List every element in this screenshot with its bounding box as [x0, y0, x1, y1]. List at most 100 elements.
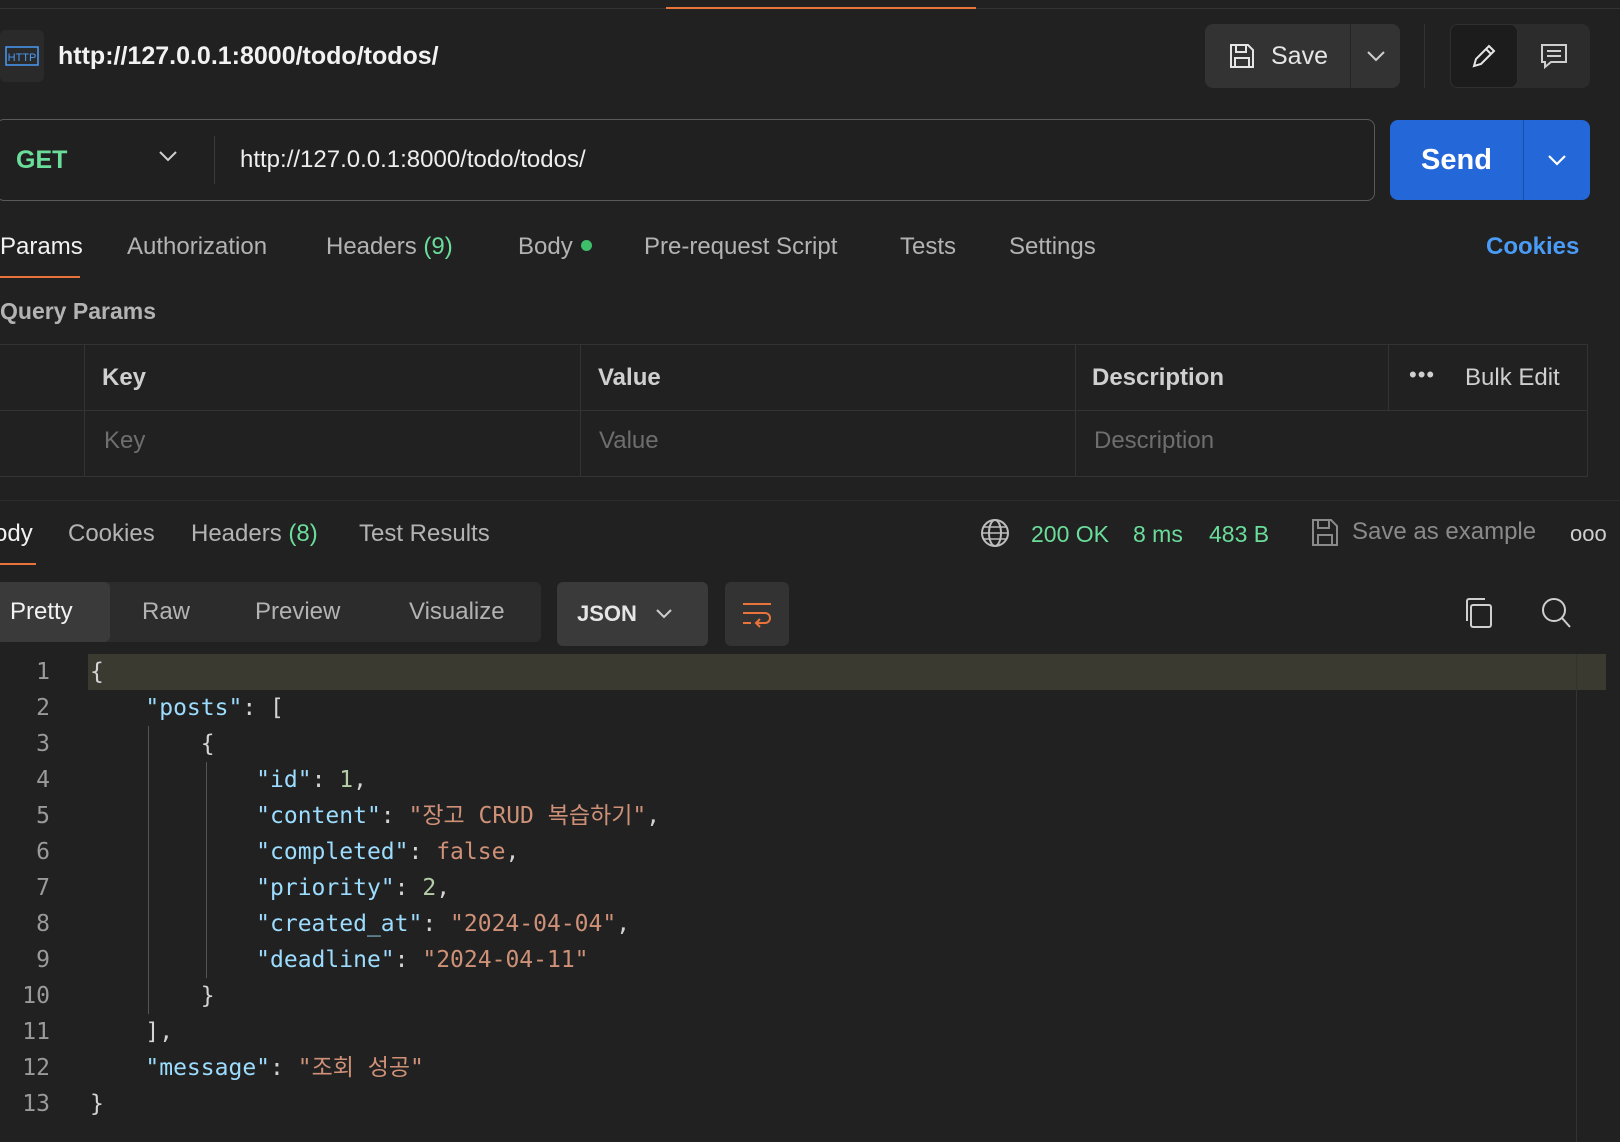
- wrap-lines-button[interactable]: [725, 582, 789, 646]
- code-line: 8 "created_at": "2024-04-04",: [0, 906, 630, 942]
- line-number: 2: [36, 695, 50, 721]
- active-tab-underline: [0, 276, 80, 278]
- line-number: 13: [22, 1091, 50, 1117]
- response-time[interactable]: 8 ms: [1133, 513, 1183, 555]
- response-headers-count: (8): [288, 520, 318, 547]
- tab-settings[interactable]: Settings: [1009, 226, 1096, 268]
- table-col-divider: [84, 344, 85, 477]
- url-divider: [214, 136, 215, 184]
- description-input[interactable]: Description: [1094, 418, 1214, 464]
- comment-icon: [1541, 44, 1567, 70]
- value-input[interactable]: Value: [599, 418, 659, 464]
- save-label: Save: [1271, 41, 1328, 70]
- cookies-link[interactable]: Cookies: [1486, 226, 1579, 268]
- query-params-title: Query Params: [0, 298, 156, 324]
- send-button-group: Send: [1390, 120, 1590, 200]
- save-dropdown-button[interactable]: [1351, 24, 1400, 88]
- more-options-icon[interactable]: ooo: [1570, 521, 1607, 547]
- line-number: 1: [36, 659, 50, 685]
- line-number: 6: [36, 839, 50, 865]
- response-body-editor[interactable]: 1{ 2 "posts": [ 3 { 4 "id": 1, 5 "conten…: [0, 654, 1606, 1142]
- chevron-down-icon: [1548, 155, 1566, 166]
- bulk-edit-button[interactable]: Bulk Edit: [1465, 355, 1560, 401]
- line-number: 8: [36, 911, 50, 937]
- code-line: 10 }: [0, 978, 214, 1014]
- edit-button[interactable]: [1450, 24, 1518, 88]
- tab-authorization[interactable]: Authorization: [127, 226, 267, 268]
- priority-value: 2: [422, 875, 437, 901]
- code-line: 11 ],: [0, 1014, 173, 1050]
- code-line: 5 "content": "장고 CRUD 복습하기",: [0, 798, 660, 834]
- code-line: 6 "completed": false,: [0, 834, 519, 870]
- line-number: 9: [36, 947, 50, 973]
- response-tab-test-results[interactable]: Test Results: [359, 513, 490, 555]
- tab-headers-count: (9): [423, 233, 453, 260]
- code-line: 2 "posts": [: [0, 690, 284, 726]
- key-input[interactable]: Key: [104, 418, 145, 464]
- copy-icon[interactable]: [1462, 596, 1494, 630]
- tab-params[interactable]: Params: [0, 226, 83, 268]
- http-icon: HTTP: [0, 30, 44, 82]
- response-tab-cookies[interactable]: Cookies: [68, 513, 155, 555]
- response-tab-body[interactable]: Body: [0, 513, 33, 555]
- view-pretty-label: Pretty: [10, 598, 73, 625]
- save-button[interactable]: Save: [1205, 24, 1351, 88]
- id-value: 1: [339, 767, 354, 793]
- response-tab-headers[interactable]: Headers (8): [191, 513, 318, 555]
- save-icon[interactable]: [1310, 516, 1340, 548]
- top-tab-strip: [0, 0, 1620, 9]
- tab-headers[interactable]: Headers (9): [326, 226, 453, 268]
- tab-tests[interactable]: Tests: [900, 226, 956, 268]
- request-title[interactable]: http://127.0.0.1:8000/todo/todos/: [58, 36, 439, 76]
- body-indicator-dot: [580, 240, 592, 252]
- more-options-icon[interactable]: •••: [1409, 362, 1435, 388]
- completed-value: false: [436, 839, 506, 865]
- globe-icon[interactable]: [979, 517, 1011, 549]
- column-header-description: Description: [1092, 364, 1225, 391]
- line-number: 5: [36, 803, 50, 829]
- line-number: 3: [36, 731, 50, 757]
- search-icon[interactable]: [1540, 596, 1572, 630]
- table-row-divider: [0, 410, 1588, 411]
- view-raw[interactable]: Raw: [142, 582, 190, 642]
- tab-body-label: Body: [518, 233, 573, 260]
- line-number: 12: [22, 1055, 50, 1081]
- column-header-value: Value: [598, 364, 661, 391]
- send-dropdown-button[interactable]: [1524, 120, 1590, 200]
- tab-prerequest-script[interactable]: Pre-request Script: [644, 226, 837, 268]
- svg-text:HTTP: HTTP: [8, 52, 37, 64]
- save-icon: [1230, 44, 1254, 68]
- tab-headers-label: Headers: [326, 233, 417, 260]
- current-line-highlight: [88, 654, 1606, 690]
- response-tab-underline: [0, 563, 36, 565]
- chevron-down-icon[interactable]: [158, 150, 178, 162]
- save-as-example-button[interactable]: Save as example: [1352, 511, 1536, 553]
- code-line: 4 "id": 1,: [0, 762, 367, 798]
- comments-button[interactable]: [1518, 24, 1590, 88]
- method-select[interactable]: GET: [16, 140, 67, 180]
- tab-body[interactable]: Body: [518, 226, 592, 268]
- view-preview[interactable]: Preview: [255, 582, 340, 642]
- table-col-divider: [580, 344, 581, 477]
- code-line: 7 "priority": 2,: [0, 870, 450, 906]
- code-line: 9 "deadline": "2024-04-11": [0, 942, 588, 978]
- url-input[interactable]: [228, 132, 1332, 188]
- editor-scrollbar[interactable]: [1576, 654, 1577, 1142]
- send-button[interactable]: Send: [1390, 120, 1524, 200]
- content-value: "장고 CRUD 복습하기": [408, 803, 647, 829]
- response-size[interactable]: 483 B: [1209, 513, 1269, 555]
- code-line: 12 "message": "조회 성공": [0, 1050, 424, 1086]
- edit-comment-group: [1450, 24, 1590, 88]
- deadline-value: "2024-04-11": [422, 947, 589, 973]
- toolbar-divider: [1424, 24, 1425, 88]
- line-number: 7: [36, 875, 50, 901]
- view-visualize[interactable]: Visualize: [409, 582, 505, 642]
- table-col-divider: [1075, 344, 1076, 477]
- view-pretty[interactable]: Pretty: [0, 582, 110, 642]
- line-number: 4: [36, 767, 50, 793]
- status-code[interactable]: 200 OK: [1031, 513, 1109, 555]
- format-select[interactable]: JSON: [557, 582, 708, 646]
- code-line: 13}: [0, 1086, 104, 1122]
- wrap-lines-icon: [743, 603, 771, 628]
- table-col-divider: [1388, 344, 1389, 410]
